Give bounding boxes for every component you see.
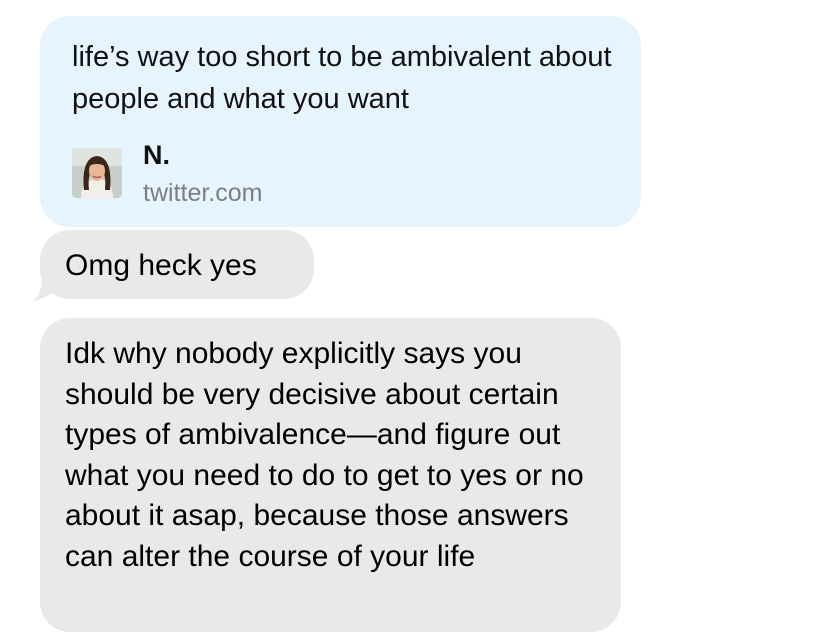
received-message-bubble[interactable]: Omg heck yes	[40, 230, 314, 299]
message-text: Omg heck yes	[65, 249, 257, 282]
received-message-bubble[interactable]: Idk why nobody explicitly says you shoul…	[40, 318, 621, 632]
profile-photo-icon	[72, 148, 122, 198]
preview-author-name: N.	[143, 140, 170, 170]
link-preview-bubble[interactable]: life’s way too short to be ambivalent ab…	[40, 16, 641, 227]
preview-domain: twitter.com	[143, 179, 263, 207]
message-text: Idk why nobody explicitly says you shoul…	[65, 337, 584, 573]
link-preview-text: life’s way too short to be ambivalent ab…	[72, 41, 612, 115]
